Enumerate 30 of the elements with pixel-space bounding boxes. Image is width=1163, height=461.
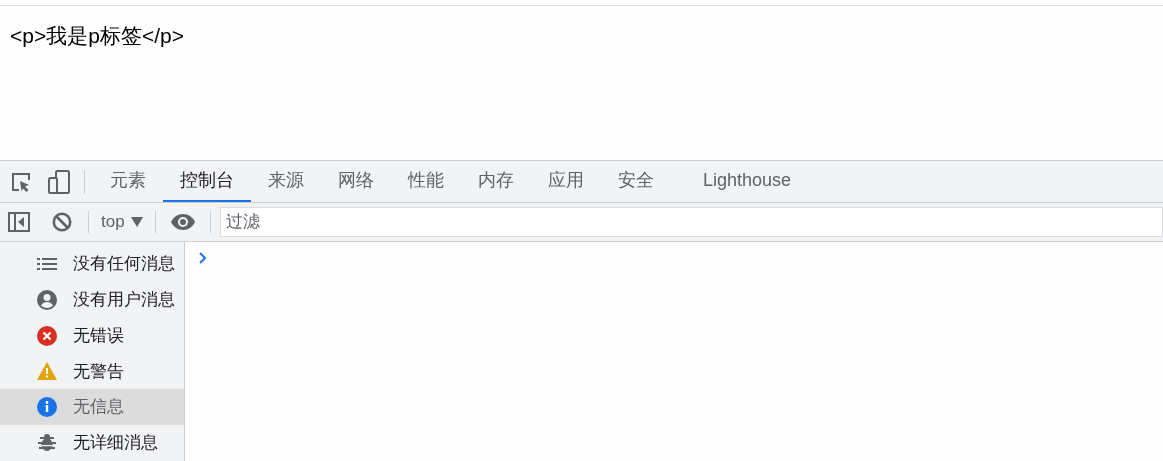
prompt-chevron-icon — [199, 252, 207, 264]
sidebar-item[interactable]: 无错误 — [0, 317, 184, 354]
devtools-tab[interactable]: 元素 — [93, 161, 163, 202]
user-icon — [37, 289, 57, 310]
clear-console-icon[interactable] — [52, 212, 72, 232]
error-icon — [37, 325, 57, 346]
list-icon — [37, 256, 57, 271]
sidebar-item[interactable]: 无信息 — [0, 389, 184, 426]
caret-icon — [130, 217, 143, 227]
devtools-tab[interactable]: 安全 — [601, 161, 671, 202]
devtools-tab[interactable]: Lighthouse — [686, 161, 809, 202]
eye-icon[interactable] — [170, 214, 195, 230]
bug-icon — [37, 433, 57, 454]
context-dropdown[interactable]: top — [89, 209, 155, 235]
filter-field[interactable]: 过滤 — [219, 207, 1163, 237]
warning-icon — [37, 362, 57, 381]
info-icon — [37, 397, 57, 418]
devtools-tab[interactable]: 性能 — [391, 161, 461, 202]
sidebar-item[interactable]: 没有任何消息 — [0, 246, 184, 282]
sidebar-item[interactable]: 无详细消息 — [0, 425, 184, 461]
select-element-icon[interactable] — [10, 170, 32, 193]
devtools-tab[interactable]: 网络 — [321, 161, 391, 202]
devtools-tab[interactable]: 内存 — [461, 161, 531, 202]
devtools-tab[interactable]: 应用 — [531, 161, 601, 202]
sidebar-toggle-icon[interactable] — [8, 212, 30, 232]
devtools-tab[interactable]: 来源 — [251, 161, 321, 202]
device-toolbar-icon[interactable] — [48, 169, 70, 194]
sidebar-item[interactable]: 无警告 — [0, 353, 184, 390]
sidebar-item[interactable]: 没有用户消息 — [0, 281, 184, 318]
page-text: <p>我是p标签</p> — [10, 24, 184, 47]
